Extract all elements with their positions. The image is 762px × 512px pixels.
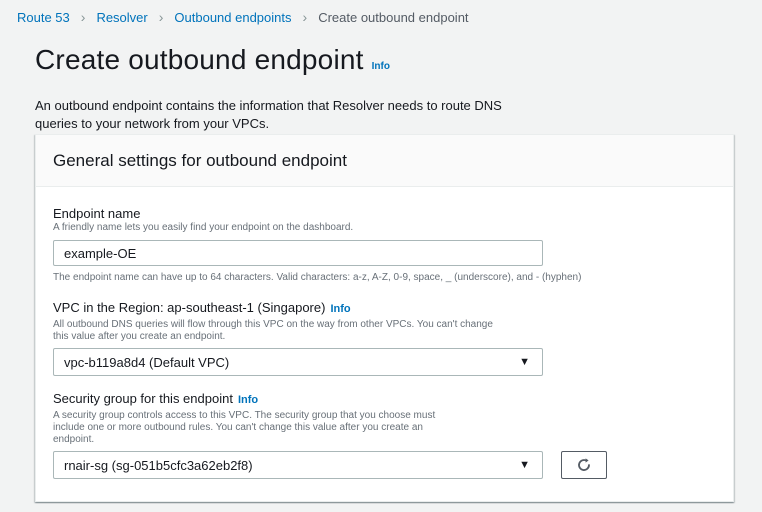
security-group-description: A security group controls access to this… [53, 410, 607, 446]
vpc-description-line-2: this value after you create an endpoint. [53, 331, 226, 342]
endpoint-name-description: A friendly name lets you easily find you… [53, 222, 354, 233]
security-group-description-line-1: A security group controls access to this… [53, 410, 436, 421]
endpoint-name-label-text: Endpoint name [53, 206, 141, 221]
security-group-field: Security group for this endpoint Info A … [53, 391, 607, 479]
breadcrumb-route53[interactable]: Route 53 [17, 10, 70, 25]
caret-down-icon: ▼ [519, 356, 530, 368]
chevron-right-icon: › [302, 9, 308, 25]
vpc-info-link[interactable]: Info [330, 303, 350, 315]
endpoint-name-input[interactable] [53, 240, 543, 266]
endpoint-name-label: Endpoint name [53, 206, 581, 221]
page-title: Create outbound endpoint [35, 44, 364, 75]
panel-title: General settings for outbound endpoint [53, 150, 347, 170]
security-group-select-value: rnair-sg (sg-051b5cfc3a62eb2f8) [64, 457, 253, 473]
vpc-field: VPC in the Region: ap-southeast-1 (Singa… [53, 300, 543, 376]
page-intro: An outbound endpoint contains the inform… [35, 98, 502, 131]
endpoint-name-field: Endpoint name A friendly name lets you e… [53, 206, 581, 283]
security-group-select[interactable]: rnair-sg (sg-051b5cfc3a62eb2f8) ▼ [53, 451, 543, 479]
vpc-select-value: vpc-b119a8d4 (Default VPC) [64, 354, 230, 370]
security-group-info-link[interactable]: Info [238, 394, 258, 406]
breadcrumb-outbound-endpoints[interactable]: Outbound endpoints [174, 10, 291, 25]
caret-down-icon: ▼ [519, 459, 530, 471]
breadcrumb: Route 53 › Resolver › Outbound endpoints… [17, 8, 469, 26]
panel-header: General settings for outbound endpoint [36, 135, 733, 187]
breadcrumb-current: Create outbound endpoint [318, 9, 469, 25]
vpc-label-text: VPC in the Region: ap-southeast-1 (Singa… [53, 300, 326, 315]
vpc-select[interactable]: vpc-b119a8d4 (Default VPC) ▼ [53, 348, 543, 376]
security-group-row: rnair-sg (sg-051b5cfc3a62eb2f8) ▼ [53, 451, 607, 479]
vpc-label: VPC in the Region: ap-southeast-1 (Singa… [53, 300, 543, 315]
chevron-right-icon: › [158, 9, 164, 25]
general-settings-panel: General settings for outbound endpoint E… [35, 134, 734, 502]
page-header: Create outbound endpoint Info [35, 44, 390, 76]
vpc-description: All outbound DNS queries will flow throu… [53, 319, 543, 343]
breadcrumb-resolver[interactable]: Resolver [96, 10, 147, 25]
security-group-description-line-3: endpoint. [53, 434, 95, 445]
refresh-icon [578, 458, 590, 471]
page-info-link[interactable]: Info [372, 61, 390, 72]
endpoint-name-constraint: The endpoint name can have up to 64 char… [53, 272, 582, 283]
refresh-button[interactable] [561, 451, 607, 479]
security-group-label: Security group for this endpoint Info [53, 391, 607, 406]
security-group-description-line-2: include one or more outbound rules. You … [53, 422, 423, 433]
chevron-right-icon: › [80, 9, 86, 25]
vpc-description-line-1: All outbound DNS queries will flow throu… [53, 319, 493, 330]
security-group-label-text: Security group for this endpoint [53, 391, 233, 406]
